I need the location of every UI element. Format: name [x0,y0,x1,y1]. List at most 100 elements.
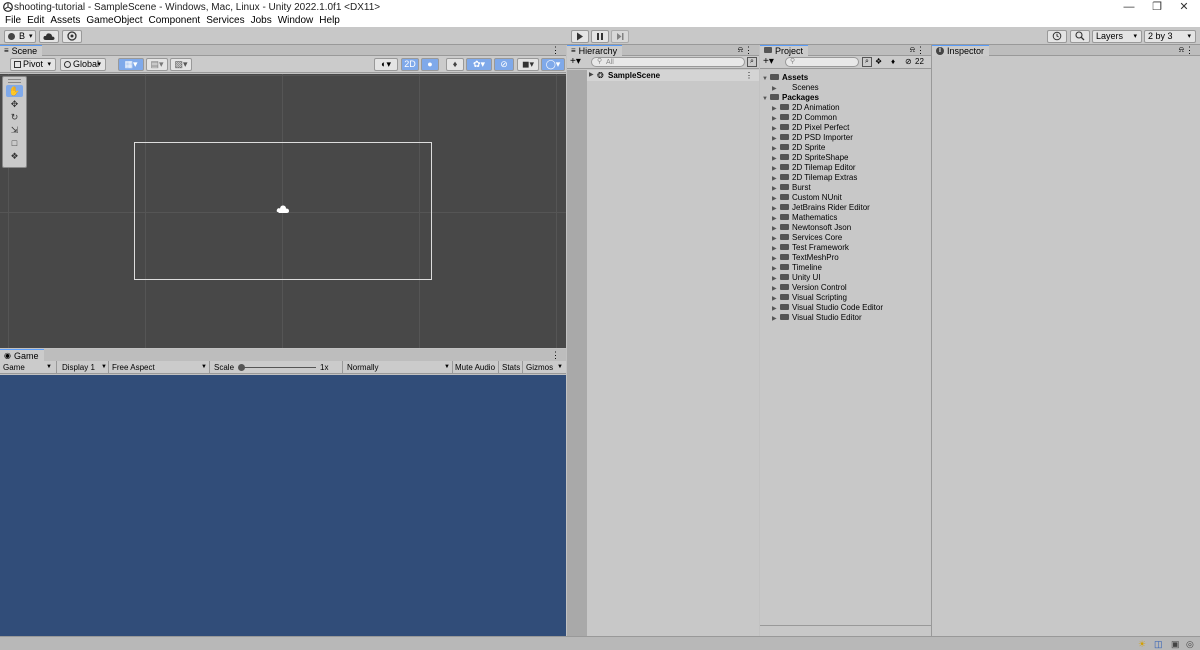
hierarchy-search-input[interactable]: ⚲ All [591,57,745,67]
tab-inspector[interactable]: i Inspector [932,45,990,56]
search-button[interactable] [1070,30,1090,43]
search-by-label-icon[interactable]: ❖ [875,56,882,68]
stats-toggle[interactable]: Stats [502,362,520,373]
package-item[interactable]: ▶ Burst [772,183,811,193]
package-item[interactable]: ▶ Visual Studio Editor [772,313,862,323]
global-dropdown[interactable]: Global ▾ [60,58,106,71]
package-item[interactable]: ▶ 2D Tilemap Editor [772,163,856,173]
camera-gizmo-icon[interactable] [276,204,290,215]
auto-generate-lighting-icon[interactable]: ☀ [1138,639,1146,650]
hand-tool-icon[interactable]: ✋ [6,85,23,97]
kebab-menu-icon[interactable]: ⋮ [551,45,560,56]
play-mode-dropdown[interactable]: Normally [347,362,379,373]
shading-mode-button[interactable]: ◐▾ [374,58,398,71]
undo-history-button[interactable] [1047,30,1067,43]
tree-item-assets[interactable]: ▼ Assets [762,73,808,83]
pause-button[interactable] [591,30,609,43]
tag-icon[interactable]: ♦ [891,56,895,68]
effects-dropdown[interactable]: ✿▾ [466,58,492,71]
drag-handle[interactable] [8,79,21,83]
pivot-dropdown[interactable]: Pivot ▾ [10,58,56,71]
menu-services[interactable]: Services [206,14,244,27]
rotate-tool-icon[interactable]: ↻ [6,111,23,123]
tree-item-scenes[interactable]: ▶ Scenes [772,83,819,93]
lighting-toggle[interactable]: ● [421,58,439,71]
package-item[interactable]: ▶ Unity UI [772,273,820,283]
menu-window[interactable]: Window [278,14,314,27]
project-search-input[interactable]: ⚲ [785,57,859,67]
camera-dropdown[interactable]: ◼▾ [517,58,539,71]
account-button[interactable]: B ▾ [4,30,36,43]
close-window-icon[interactable]: ✕ [1170,0,1198,14]
package-item[interactable]: ▶ 2D SpriteShape [772,153,848,163]
menu-edit[interactable]: Edit [27,14,44,27]
audio-toggle[interactable]: ♦ [446,58,464,71]
lock-icon[interactable]: ⍾ [738,45,743,55]
package-item[interactable]: ▶ Visual Studio Code Editor [772,303,883,313]
filter-scene-icon[interactable]: ⌕ [747,57,757,67]
tab-hierarchy[interactable]: ≡ Hierarchy [567,45,623,56]
menu-file[interactable]: File [5,14,21,27]
expand-triangle-icon[interactable]: ▶ [589,70,594,81]
scale-slider-thumb[interactable] [238,364,245,371]
package-item[interactable]: ▶ 2D Animation [772,103,840,113]
kebab-menu-icon[interactable]: ⋮ [744,45,753,56]
tab-scene[interactable]: ≡ Scene [0,45,43,56]
package-item[interactable]: ▶ Newtonsoft Json [772,223,851,233]
transform-tool-icon[interactable]: ❖ [6,150,23,162]
move-tool-icon[interactable]: ✥ [6,98,23,110]
aspect-dropdown[interactable]: Free Aspect [112,362,155,373]
gizmos-dropdown[interactable]: ◯▾ [541,58,565,71]
game-viewport[interactable] [0,375,566,636]
package-item[interactable]: ▶ 2D Tilemap Extras [772,173,857,183]
package-item[interactable]: ▶ Visual Scripting [772,293,847,303]
package-item[interactable]: ▶ 2D Common [772,113,837,123]
mode-2d-toggle[interactable]: 2D [401,58,419,71]
kebab-menu-icon[interactable]: ⋮ [916,45,925,56]
package-item[interactable]: ▶ 2D PSD Importer [772,133,853,143]
menu-assets[interactable]: Assets [50,14,80,27]
scene-viewport[interactable]: ✋ ✥ ↻ ⇲ □ ❖ [0,74,566,348]
gizmos-toggle[interactable]: Gizmos [526,362,553,373]
mute-audio-toggle[interactable]: Mute Audio [455,362,495,373]
cache-server-icon[interactable]: ◫ [1154,639,1163,650]
scale-tool-icon[interactable]: ⇲ [6,124,23,136]
tree-item-packages[interactable]: ▼ Packages [762,93,819,103]
menu-jobs[interactable]: Jobs [251,14,272,27]
tab-game[interactable]: ◉ Game [0,349,44,361]
package-item[interactable]: ▶ Mathematics [772,213,837,223]
package-item[interactable]: ▶ Version Control [772,283,847,293]
game-view-dropdown[interactable]: Game [3,362,25,373]
hidden-objects-toggle[interactable]: ⊘ [494,58,514,71]
minimize-icon[interactable]: — [1115,0,1143,14]
package-item[interactable]: ▶ Services Core [772,233,842,243]
align-button[interactable]: ▧▾ [170,58,192,71]
kebab-menu-icon[interactable]: ⋮ [551,350,560,361]
package-item[interactable]: ▶ Timeline [772,263,822,273]
package-item[interactable]: ▶ JetBrains Rider Editor [772,203,870,213]
kebab-menu-icon[interactable]: ⋮ [745,70,753,81]
layers-dropdown[interactable]: Layers ▾ [1092,30,1142,43]
package-item[interactable]: ▶ Custom NUnit [772,193,842,203]
add-icon[interactable]: +▾ [570,56,581,68]
scene-row[interactable]: ▶ ❂ SampleScene ⋮ [587,70,759,81]
cloud-button[interactable] [39,30,59,43]
rect-tool-icon[interactable]: □ [6,137,23,149]
scale-slider-track[interactable] [240,367,316,368]
kebab-menu-icon[interactable]: ⋮ [1185,45,1194,56]
package-item[interactable]: ▶ TextMeshPro [772,253,839,263]
package-item[interactable]: ▶ Test Framework [772,243,849,253]
snap-increment-button[interactable]: ▤▾ [146,58,168,71]
restore-icon[interactable]: ❐ [1143,0,1171,14]
menu-help[interactable]: Help [319,14,340,27]
layout-dropdown[interactable]: 2 by 3 ▾ [1144,30,1196,43]
hidden-packages-icon[interactable]: ⊘ [905,56,912,68]
menu-gameobject[interactable]: GameObject [86,14,142,27]
package-item[interactable]: ▶ 2D Sprite [772,143,825,153]
collab-button[interactable] [62,30,82,43]
debug-mode-icon[interactable]: ▣ [1171,639,1180,650]
add-icon[interactable]: +▾ [763,56,774,68]
package-item[interactable]: ▶ 2D Pixel Perfect [772,123,849,133]
tab-project[interactable]: Project [760,45,809,56]
grid-snap-button[interactable]: ▦▾ [118,58,144,71]
